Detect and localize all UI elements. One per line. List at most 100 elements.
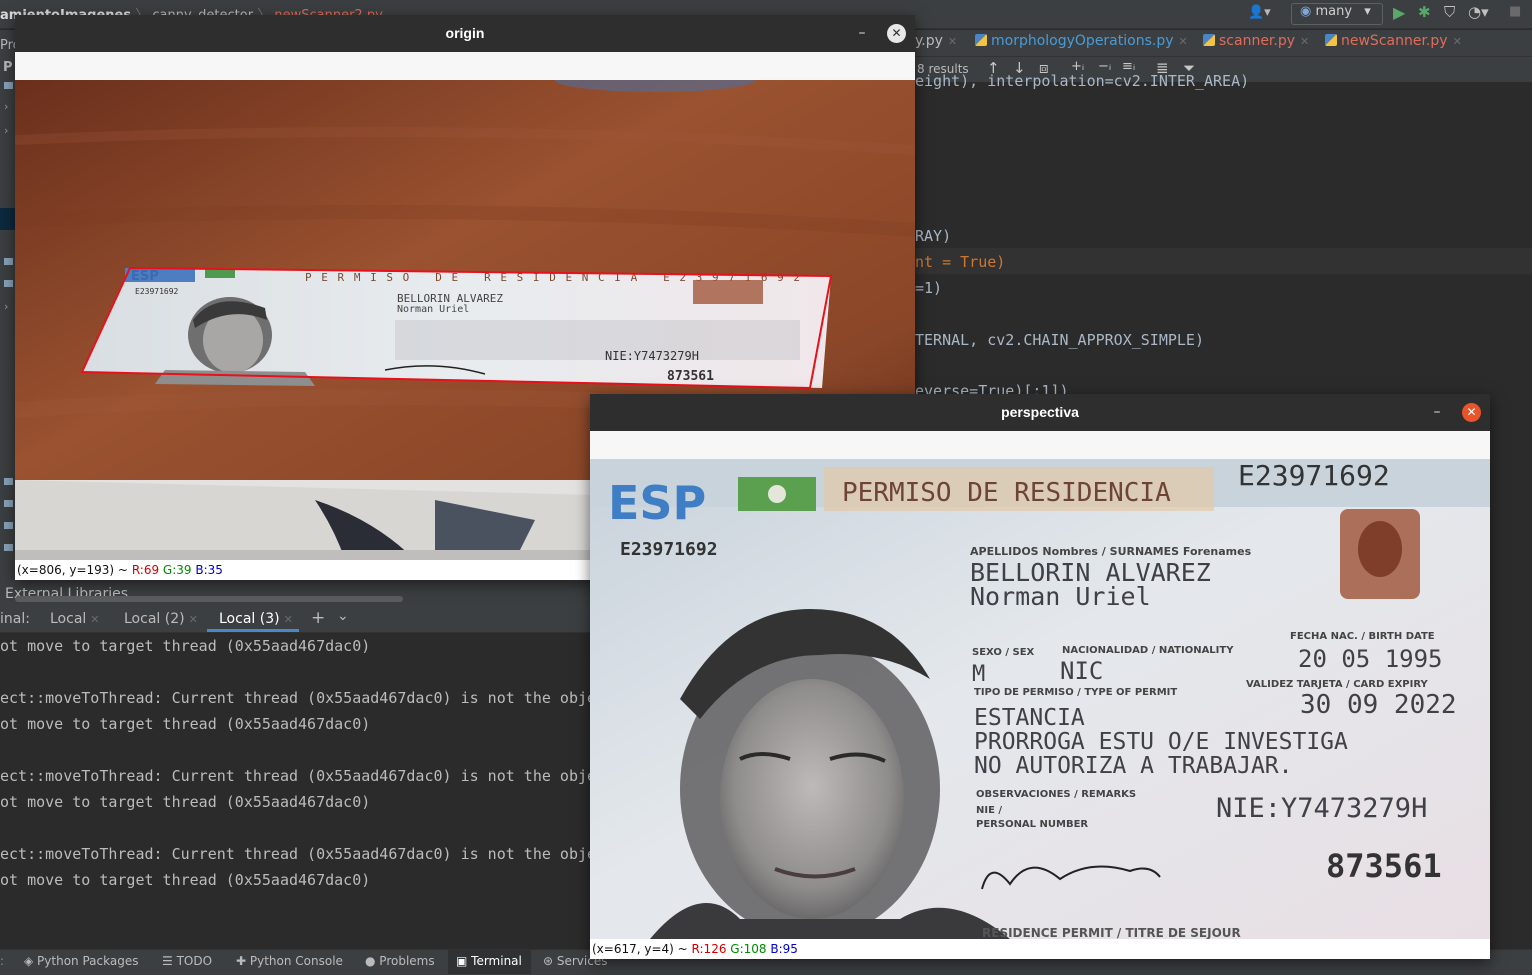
nationality-label: NACIONALIDAD / NATIONALITY	[1062, 645, 1234, 656]
card-id-small: E23971692	[620, 539, 718, 560]
pixel-b: B:95	[770, 942, 798, 956]
chevron-down-icon[interactable]: ⌄	[337, 608, 349, 624]
code-line: nt = True)	[915, 253, 1006, 271]
close-icon: ✕	[188, 613, 198, 626]
list-icon: ☰	[162, 954, 177, 968]
terminal-line: ot move to target thread (0x55aad467dac0…	[0, 637, 371, 655]
horizontal-scrollbar[interactable]	[15, 596, 403, 602]
folder-icon[interactable]	[4, 280, 13, 287]
card-id-top: E23971692	[1238, 459, 1390, 492]
run-config-label: many	[1315, 4, 1353, 19]
permit-line-2: PRORROGA ESTU O/E INVESTIGA	[974, 729, 1348, 755]
console-icon: ✚	[236, 954, 250, 968]
code-line: =1)	[915, 279, 943, 297]
terminal-tab-local-2[interactable]: Local (2) ✕	[124, 611, 198, 627]
personal-number-label: PERSONAL NUMBER	[976, 819, 1088, 830]
coverage-icon[interactable]: ⛉	[1444, 3, 1455, 21]
terminal-icon: ▣	[456, 954, 472, 968]
card-nationality: NIC	[1060, 657, 1103, 685]
terminal-tab-local[interactable]: Local ✕	[50, 611, 100, 627]
pixel-coords: (x=806, y=193) ~	[17, 563, 128, 577]
project-header: P	[3, 60, 13, 75]
terminal-tab-local-3[interactable]: Local (3) ✕	[219, 611, 293, 627]
window-title[interactable]: perspectiva	[590, 394, 1490, 431]
folder-icon[interactable]	[4, 82, 13, 89]
card-sex: M	[972, 662, 985, 687]
selected-tree-row[interactable]	[0, 208, 15, 230]
tab-newscanner[interactable]: newScanner.py ✕	[1325, 33, 1462, 49]
card-code: 873561	[1326, 847, 1442, 885]
card-esp: ESP	[131, 269, 159, 284]
tool-todo[interactable]: ☰ TODO	[162, 954, 212, 968]
run-config-select[interactable]: ◉ many ▾	[1291, 3, 1383, 25]
info-icon: ●	[365, 954, 380, 968]
current-line-highlight	[915, 248, 1532, 274]
tab-morphologyoperations[interactable]: morphologyOperations.py ✕	[975, 33, 1188, 49]
debug-icon[interactable]: ✱	[1418, 3, 1431, 21]
add-terminal-button[interactable]: +	[311, 608, 325, 628]
terminal-output[interactable]: ot move to target thread (0x55aad467dac0…	[0, 633, 590, 949]
folder-icon[interactable]	[4, 258, 13, 265]
chevron-right-icon[interactable]: ›	[4, 124, 8, 137]
card-forename: Norman Uriel	[970, 582, 1151, 611]
window-title[interactable]: origin	[15, 15, 915, 52]
sex-label: SEXO / SEX	[972, 647, 1035, 658]
card-footer: RESIDENCE PERMIT / TITRE DE SEJOUR	[982, 926, 1241, 939]
window-toolbar	[15, 52, 915, 80]
tool-problems[interactable]: ● Problems	[365, 954, 435, 968]
card-nie: NIE:Y7473279H	[1216, 793, 1427, 824]
code-line: TERNAL, cv2.CHAIN_APPROX_SIMPLE)	[915, 331, 1204, 349]
card-expiry: 30 09 2022	[1300, 690, 1457, 720]
pixel-coords: (x=617, y=4) ~	[592, 942, 688, 956]
card-nie: NIE:Y7473279H	[605, 349, 699, 363]
chevron-right-icon[interactable]: ›	[4, 300, 8, 313]
card-name: Norman Uriel	[397, 304, 469, 315]
birth-label: FECHA NAC. / BIRTH DATE	[1290, 631, 1435, 642]
tool-python-console[interactable]: ✚ Python Console	[236, 954, 343, 968]
services-icon: ⊛	[543, 954, 557, 968]
tab-scanner[interactable]: scanner.py ✕	[1203, 33, 1309, 49]
card-birth: 20 05 1995	[1298, 645, 1443, 673]
close-icon: ✕	[283, 613, 293, 626]
pixel-g: G:39	[162, 563, 192, 577]
card-number: E23971692	[135, 287, 179, 296]
python-file-icon	[975, 34, 987, 46]
perspectiva-image[interactable]: ESP PERMISO DE RESIDENCIA E23971692 E239…	[590, 459, 1490, 939]
minimize-button[interactable]: –	[1428, 403, 1446, 421]
folder-icon[interactable]	[4, 544, 13, 551]
perspectiva-window[interactable]: perspectiva – ✕ ESP PERMISO DE RESIDENCI…	[590, 394, 1490, 959]
minimize-button[interactable]: –	[853, 24, 871, 42]
nie-label: NIE /	[976, 805, 1002, 816]
python-file-icon	[1325, 34, 1337, 46]
terminal-line: ot move to target thread (0x55aad467dac0…	[0, 715, 371, 733]
pixel-g: G:108	[730, 942, 767, 956]
tool-terminal[interactable]: ▣ Terminal	[456, 954, 522, 968]
observations-label: OBSERVACIONES / REMARKS	[976, 789, 1136, 800]
terminal-line: ot move to target thread (0x55aad467dac0…	[0, 871, 371, 889]
folder-icon[interactable]	[4, 500, 13, 507]
code-line: eight), interpolation=cv2.INTER_AREA)	[915, 72, 1250, 90]
close-button[interactable]: ✕	[1462, 403, 1481, 422]
names-label: APELLIDOS Nombres / SURNAMES Forenames	[970, 545, 1252, 558]
layers-icon: ◈	[24, 954, 38, 968]
profile-icon[interactable]: ◔▾	[1468, 3, 1489, 21]
tab-file-1[interactable]: y.py ✕	[915, 33, 957, 49]
folder-icon[interactable]	[4, 522, 13, 529]
terminal-line: ot move to target thread (0x55aad467dac0…	[0, 793, 371, 811]
pixel-r: R:126	[691, 942, 727, 956]
close-button[interactable]: ✕	[887, 24, 906, 43]
chevron-right-icon[interactable]: ›	[4, 100, 8, 113]
expiry-label: VALIDEZ TARJETA / CARD EXPIRY	[1246, 679, 1428, 690]
folder-icon[interactable]	[4, 478, 13, 485]
stop-icon[interactable]: ■	[1509, 4, 1521, 19]
python-icon: ◉	[1300, 4, 1312, 19]
terminal-line: ect::moveToThread: Current thread (0x55a…	[0, 689, 590, 707]
card-code: 873561	[667, 369, 714, 384]
close-icon: ✕	[947, 35, 958, 48]
terminal-label: inal:	[0, 611, 30, 627]
tool-python-packages[interactable]: ◈ Python Packages	[24, 954, 138, 968]
run-icon[interactable]: ▶	[1393, 3, 1405, 22]
user-icon[interactable]: 👤▾	[1248, 5, 1271, 20]
close-icon: ✕	[90, 613, 100, 626]
close-icon: ✕	[1178, 35, 1188, 48]
